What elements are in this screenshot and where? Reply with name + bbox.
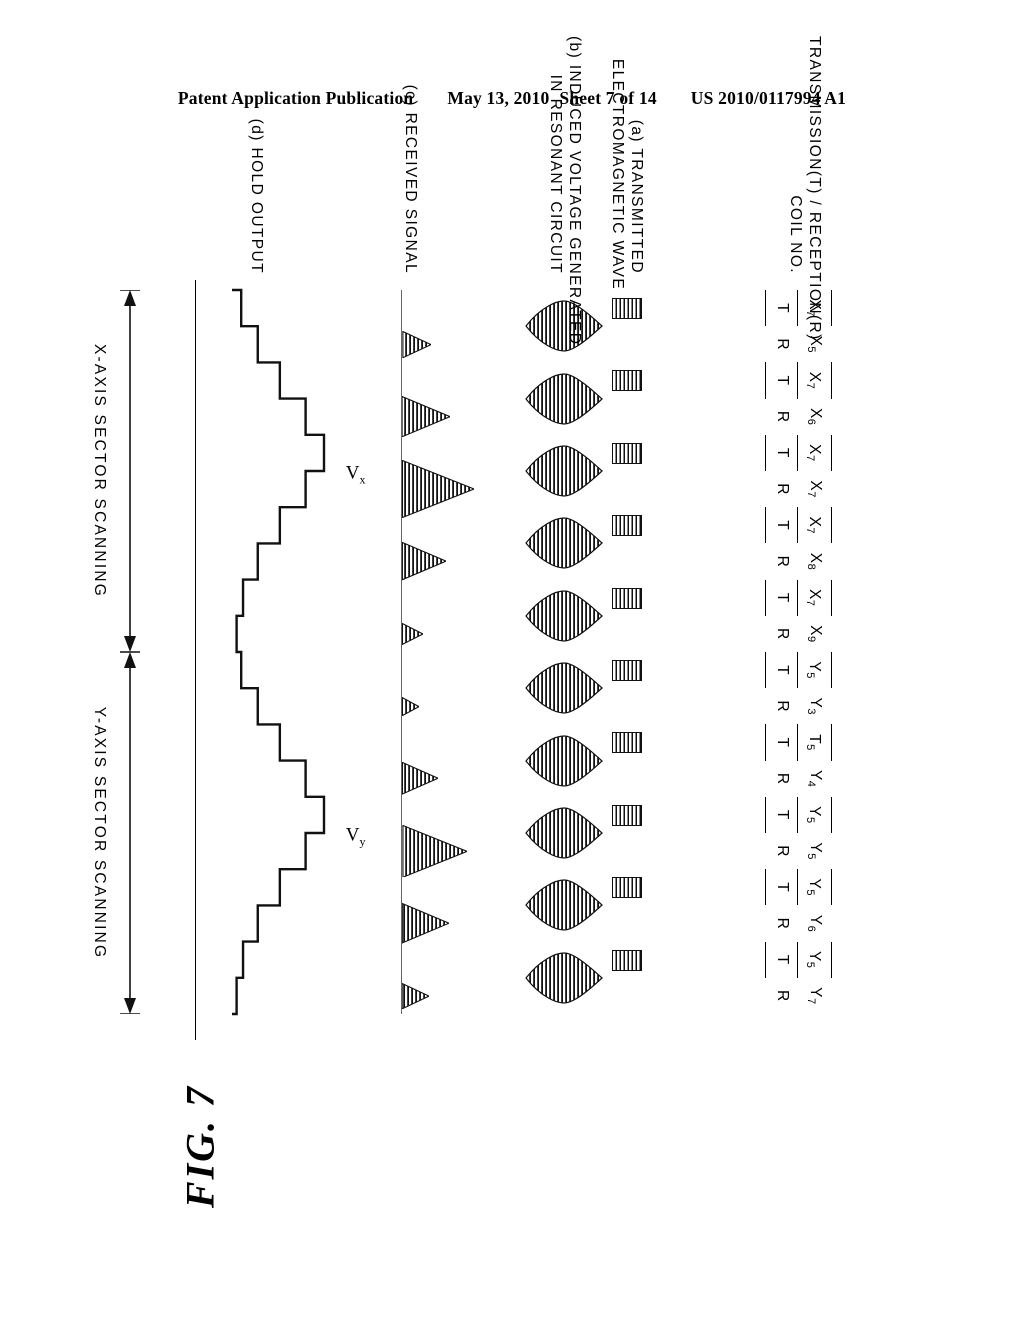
v-axis-subscript: y xyxy=(359,834,366,849)
hold-output-label-vy: Vy xyxy=(346,824,366,849)
caption-line: ELECTROMAGNETIC WAVE xyxy=(609,36,626,291)
caption-line: (a) TRANSMITTED xyxy=(628,119,645,274)
hold-output-label-vx: Vx xyxy=(346,462,366,487)
sector-scan-label: X-AXIS SECTOR SCANNING xyxy=(91,344,108,598)
caption-line: IN RESONANT CIRCUIT xyxy=(547,51,564,274)
caption-line: (d) HOLD OUTPUT xyxy=(248,118,265,274)
figure-body: X7 T X5 R X7 T X6 R X7 T X7 R X7 T X8 R X7 T X9 R Y5 T Y3 R T5 T Y… xyxy=(0,0,1024,1320)
caption-line: TRANSMISSION(T) / RECEPTION(R) xyxy=(806,36,823,341)
caption-d: (d) HOLD OUTPUT xyxy=(247,36,266,274)
v-symbol: V xyxy=(345,824,360,846)
figure-canvas: X7 T X5 R X7 T X6 R X7 T X7 R X7 T X8 R X7 T X9 R Y5 T Y3 R T5 T Y… xyxy=(91,36,832,1040)
caption-line: (c) RECEIVED SIGNAL xyxy=(402,84,419,274)
caption-c: (c) RECEIVED SIGNAL xyxy=(401,36,420,274)
sector-scan-arrow xyxy=(116,290,142,652)
caption-b: (b) INDUCED VOLTAGE GENERATED IN RESONAN… xyxy=(546,36,584,346)
v-symbol: V xyxy=(345,462,360,484)
caption-line: COIL NO. xyxy=(787,195,804,274)
caption-a: (a) TRANSMITTED ELECTROMAGNETIC WAVE xyxy=(608,36,646,291)
coil-no-caption: TRANSMISSION(T) / RECEPTION(R) COIL NO. xyxy=(786,36,824,341)
sector-scan-label: Y-AXIS SECTOR SCANNING xyxy=(91,706,108,960)
sector-scan-arrow xyxy=(116,652,142,1014)
chart-baseline xyxy=(194,280,196,1040)
caption-line: (b) INDUCED VOLTAGE GENERATED xyxy=(566,36,583,346)
v-axis-subscript: x xyxy=(359,472,366,487)
